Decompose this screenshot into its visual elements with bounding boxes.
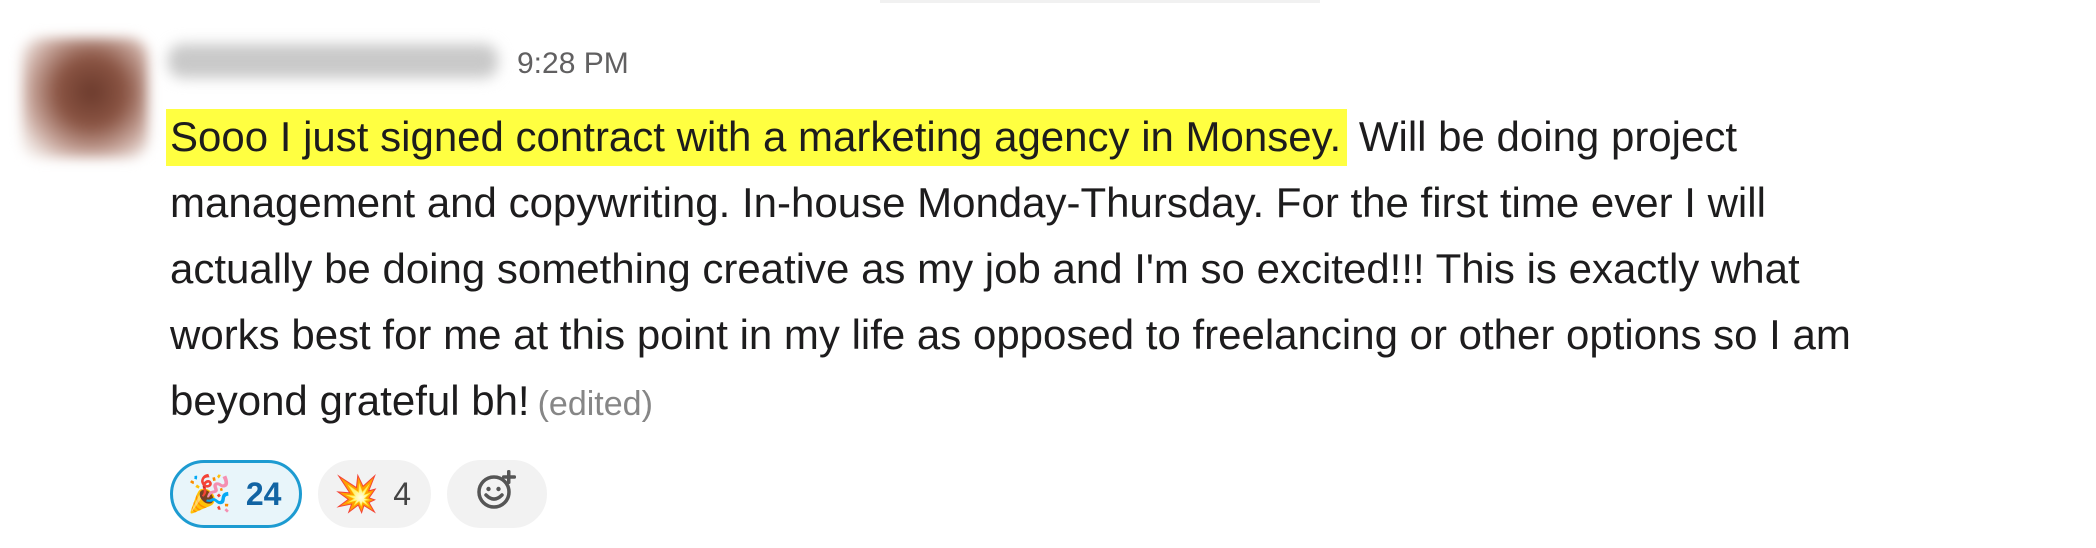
avatar[interactable] — [22, 38, 148, 158]
message-timestamp[interactable]: 9:28 PM — [517, 46, 629, 82]
message-line: works best for me at this point in my li… — [170, 311, 1851, 358]
message-line: beyond grateful bh! (edited) — [170, 368, 2070, 437]
reaction-count: 24 — [245, 475, 282, 512]
edited-label: (edited) — [537, 385, 653, 423]
message-text: Will be doing project — [1347, 113, 1738, 160]
message-line: management and copywriting. In-house Mon… — [170, 179, 1766, 226]
message-line: Sooo I just signed contract with a marke… — [166, 104, 2070, 170]
chat-message: 9:28 PM Sooo I just signed contract with… — [0, 0, 2096, 548]
party-popper-icon: 🎉 — [187, 473, 232, 514]
add-emoji-icon — [473, 466, 521, 522]
message-text: beyond grateful bh! — [170, 377, 530, 424]
collision-icon: 💥 — [334, 473, 380, 514]
reaction-party-popper[interactable]: 🎉 24 — [170, 460, 303, 528]
add-reaction-button[interactable] — [447, 460, 548, 528]
message-line: actually be doing something creative as … — [170, 245, 1800, 292]
highlighted-text: Sooo I just signed contract with a marke… — [166, 109, 1348, 166]
reaction-count: 4 — [393, 475, 412, 512]
reaction-collision[interactable]: 💥 4 — [318, 460, 432, 528]
message-body: Sooo I just signed contract with a marke… — [166, 104, 2070, 437]
author-name[interactable] — [168, 44, 498, 78]
reactions-bar: 🎉 24 💥 4 — [170, 460, 548, 532]
